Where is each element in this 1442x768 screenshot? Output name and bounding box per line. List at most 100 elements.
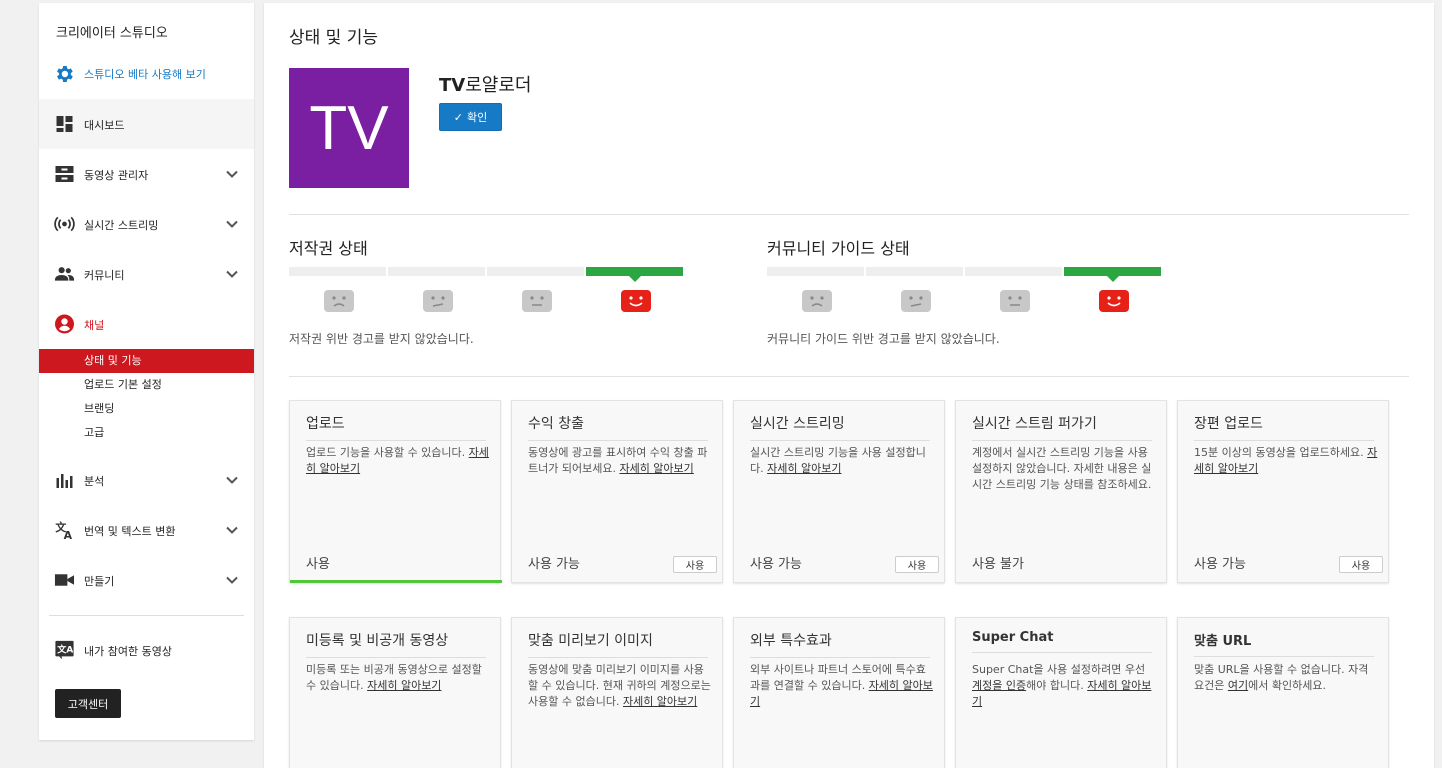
chevron-down-icon[interactable] <box>225 267 239 281</box>
feature-description: 미등록 또는 비공개 동영상으로 설정할 수 있습니다. 자세히 알아보기 <box>306 663 482 692</box>
sidebar-item-live-streaming[interactable]: 실시간 스트리밍 <box>39 199 254 249</box>
chevron-down-icon[interactable] <box>225 473 239 487</box>
chevron-down-icon[interactable] <box>225 523 239 537</box>
sidebar-title: 크리에이터 스튜디오 <box>56 26 168 41</box>
enable-button[interactable]: 사용 <box>673 556 717 573</box>
sidebar-item-label: 커뮤니티 <box>84 269 125 282</box>
feature-state: 사용 불가 <box>972 557 1024 572</box>
strike-bar <box>767 267 864 276</box>
strike-bar-active <box>586 267 683 276</box>
enable-button[interactable]: 사용 <box>895 556 939 573</box>
feature-card-long-uploads: 장편 업로드 15분 이상의 동영상을 업로드하세요. 자세히 알아보기 사용 … <box>1177 400 1389 583</box>
sidebar-item-translations[interactable]: 文 A 번역 및 텍스트 변환 <box>39 505 254 555</box>
learn-more-link[interactable]: 자세히 알아보기 <box>767 462 841 475</box>
sidebar-item-dashboard[interactable]: 대시보드 <box>39 99 254 149</box>
bar-chart-icon <box>56 474 73 488</box>
channel-name-rest: 로얄로더 <box>465 75 532 96</box>
chevron-down-icon[interactable] <box>225 573 239 587</box>
feature-card-external-annotations: 외부 특수효과 외부 사이트나 파트너 스토어에 특수효과를 연결할 수 있습니… <box>733 617 945 768</box>
video-manager-icon <box>55 166 74 182</box>
feature-title: 수익 창출 <box>528 413 708 441</box>
sidebar-item-label: 번역 및 텍스트 변환 <box>84 525 176 538</box>
sidebar-subitem-branding[interactable]: 브랜딩 <box>39 397 254 421</box>
strike-faces <box>767 289 1163 313</box>
enable-button[interactable]: 사용 <box>1339 556 1383 573</box>
sidebar-subitem-advanced[interactable]: 고급 <box>39 421 254 445</box>
feature-description: 업로드 기능을 사용할 수 있습니다. 자세히 알아보기 <box>306 446 489 475</box>
gear-icon <box>57 66 73 82</box>
happy-face-icon <box>1098 290 1129 312</box>
chevron-down-icon[interactable] <box>225 167 239 181</box>
translate-icon: 文 A <box>55 520 73 540</box>
feature-card-monetization: 수익 창출 동영상에 광고를 표시하여 수익 창출 파트너가 되어보세요. 자세… <box>511 400 723 583</box>
video-camera-icon <box>54 574 75 586</box>
feature-description: 맞춤 URL을 사용할 수 없습니다. 자격 요건은 여기에서 확인하세요. <box>1194 663 1369 692</box>
feature-description: 15분 이상의 동영상을 업로드하세요. 자세히 알아보기 <box>1194 446 1378 475</box>
neutral-face-icon <box>422 290 453 312</box>
feature-state: 사용 가능 <box>750 557 802 572</box>
learn-more-link[interactable]: 자세히 알아보기 <box>623 695 697 708</box>
sidebar-item-video-manager[interactable]: 동영상 관리자 <box>39 149 254 199</box>
sidebar-item-contributed-videos[interactable]: 文A 내가 참여한 동영상 <box>39 625 254 675</box>
sidebar-item-label: 대시보드 <box>84 119 125 132</box>
feature-card-embed-live: 실시간 스트림 퍼가기 계정에서 실시간 스트리밍 기능을 사용 설정하지 않았… <box>955 400 1167 583</box>
page-title: 상태 및 기능 <box>289 28 379 48</box>
sidebar-item-community[interactable]: 커뮤니티 <box>39 249 254 299</box>
sidebar-subitem-status-features[interactable]: 상태 및 기능 <box>39 349 254 373</box>
neutral-face-icon <box>999 290 1030 312</box>
divider <box>289 376 1409 377</box>
sidebar-item-channel[interactable]: 채널 <box>39 299 254 349</box>
copyright-status-message: 저작권 위반 경고를 받지 않았습니다. <box>289 332 474 346</box>
dashboard-icon <box>56 116 73 132</box>
feature-state: 사용 가능 <box>528 557 580 572</box>
live-broadcast-icon <box>54 216 75 232</box>
feature-card-live-streaming: 실시간 스트리밍 실시간 스트리밍 기능을 사용 설정합니다. 자세히 알아보기… <box>733 400 945 583</box>
sidebar: 크리에이터 스튜디오 스튜디오 베타 사용해 보기 대시보드 동영상 관리자 실… <box>39 3 254 740</box>
sidebar-item-label: 동영상 관리자 <box>84 169 149 182</box>
channel-avatar: TV <box>289 68 409 188</box>
help-center-button[interactable]: 고객센터 <box>55 689 121 718</box>
strike-bar <box>965 267 1062 276</box>
sidebar-item-label: 채널 <box>84 319 105 332</box>
sidebar-item-label: 만들기 <box>84 575 115 588</box>
learn-more-link[interactable]: 자세히 알아보기 <box>367 679 441 692</box>
strike-faces <box>289 289 685 313</box>
sad-face-icon <box>801 290 832 312</box>
studio-beta-label: 스튜디오 베타 사용해 보기 <box>84 68 206 81</box>
feature-description: 동영상에 광고를 표시하여 수익 창출 파트너가 되어보세요. 자세히 알아보기 <box>528 446 708 475</box>
copyright-status: 저작권 상태 저작권 위반 경고를 받지 않았습니다. <box>289 235 689 346</box>
feature-state: 사용 가능 <box>1194 557 1246 572</box>
strike-pointer <box>1107 276 1119 282</box>
chevron-down-icon[interactable] <box>225 217 239 231</box>
verify-label: 확인 <box>466 111 488 124</box>
feature-description: 실시간 스트리밍 기능을 사용 설정합니다. 자세히 알아보기 <box>750 446 926 475</box>
neutral-face-icon <box>900 290 931 312</box>
channel-name-bold: TV <box>439 75 466 96</box>
svg-text:文A: 文A <box>56 644 73 656</box>
strike-pointer <box>629 276 641 282</box>
feature-state: 사용 <box>306 557 330 572</box>
sidebar-item-label: 분석 <box>84 475 105 488</box>
feature-card-super-chat: Super Chat Super Chat을 사용 설정하려면 우선 계정을 인… <box>955 617 1167 768</box>
enabled-indicator <box>290 580 502 583</box>
verify-button[interactable]: ✓ 확인 <box>439 103 502 131</box>
feature-description: 외부 사이트나 파트너 스토어에 특수효과를 연결할 수 있습니다. 자세히 알… <box>750 663 933 708</box>
learn-more-link[interactable]: 자세히 알아보기 <box>619 462 693 475</box>
sidebar-subitem-upload-defaults[interactable]: 업로드 기본 설정 <box>39 373 254 397</box>
eligibility-link[interactable]: 여기 <box>1228 679 1248 692</box>
feature-title: 외부 특수효과 <box>750 630 930 658</box>
verify-account-link[interactable]: 계정을 인증 <box>972 679 1026 692</box>
translate-box-icon: 文A <box>55 640 74 660</box>
feature-title: Super Chat <box>972 630 1152 653</box>
strike-bar <box>289 267 386 276</box>
sidebar-divider <box>49 615 244 616</box>
sidebar-item-create[interactable]: 만들기 <box>39 555 254 605</box>
feature-description: 계정에서 실시간 스트리밍 기능을 사용 설정하지 않았습니다. 자세한 내용은… <box>972 446 1152 491</box>
sidebar-item-analytics[interactable]: 분석 <box>39 455 254 505</box>
channel-name: TV로얄로더 <box>439 71 531 97</box>
feature-description: Super Chat을 사용 설정하려면 우선 계정을 인증해야 합니다. 자세… <box>972 663 1152 708</box>
feature-card-upload: 업로드 업로드 기능을 사용할 수 있습니다. 자세히 알아보기 사용 <box>289 400 502 583</box>
copyright-status-title: 저작권 상태 <box>289 239 368 258</box>
studio-beta-link[interactable]: 스튜디오 베타 사용해 보기 <box>53 63 206 85</box>
svg-text:A: A <box>64 529 73 540</box>
